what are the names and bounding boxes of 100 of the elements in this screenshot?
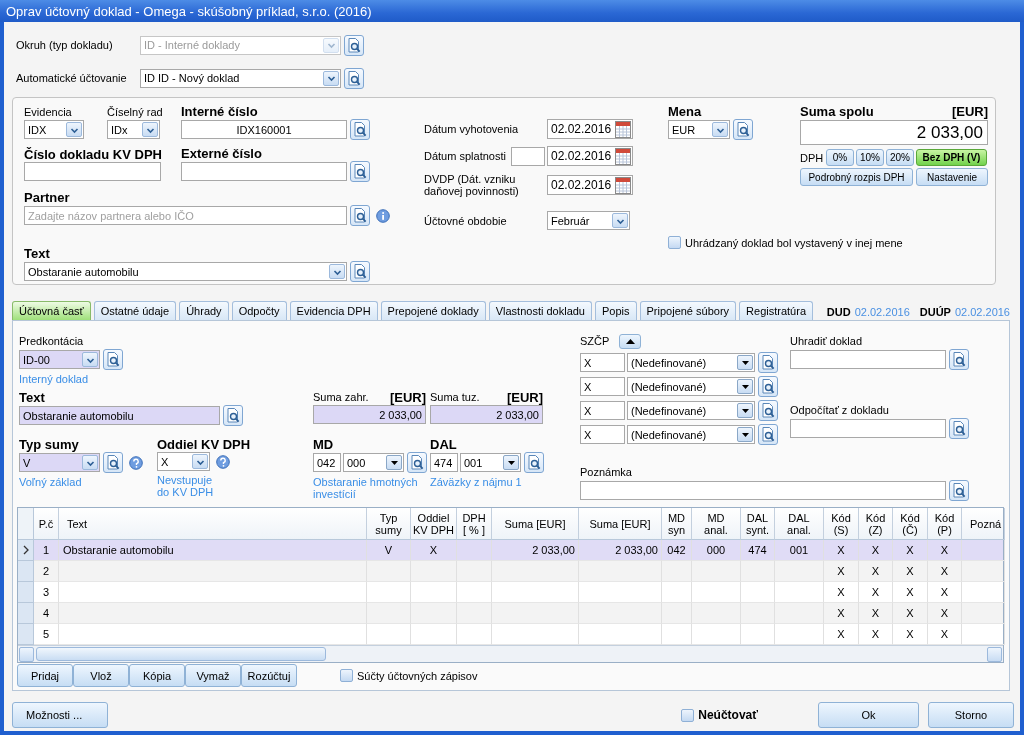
search-button[interactable] <box>758 424 778 445</box>
dropdown-field[interactable]: Február <box>547 211 630 230</box>
search-button[interactable] <box>949 349 969 370</box>
button[interactable]: Vymaž <box>185 664 241 687</box>
button[interactable]: Nastavenie <box>916 168 988 186</box>
table-cell: Obstaranie automobilu <box>63 544 174 556</box>
dropdown-field[interactable]: ID-00 <box>19 350 100 369</box>
input-field[interactable]: Obstaranie automobilu <box>19 406 220 425</box>
field-label: Predkontácia <box>19 334 84 349</box>
checkbox[interactable] <box>340 669 353 682</box>
vat-rate-button[interactable]: 10% <box>856 149 884 166</box>
dropdown-field[interactable]: (Nedefinované) <box>627 425 755 444</box>
input-field[interactable]: IDX160001 <box>181 120 347 139</box>
button[interactable]: Pridaj <box>17 664 73 687</box>
table-row[interactable]: 2 X X X X <box>18 561 1003 582</box>
input-field[interactable] <box>24 162 161 181</box>
input-field[interactable]: X <box>580 353 625 372</box>
dropdown-field[interactable]: IDx <box>107 120 160 139</box>
button[interactable]: Podrobný rozpis DPH <box>800 168 913 186</box>
date-field[interactable]: 02.02.2016 <box>547 175 633 195</box>
input-field[interactable]: 042 <box>313 453 341 472</box>
input-field[interactable]: X <box>580 401 625 420</box>
vat-rate-button[interactable]: 20% <box>886 149 914 166</box>
tab[interactable]: Odpočty <box>231 301 287 320</box>
search-button[interactable] <box>758 376 778 397</box>
date-field[interactable]: 02.02.2016 <box>547 119 633 139</box>
dropdown-field[interactable]: 001 <box>460 453 521 472</box>
dropdown-field[interactable]: 000 <box>343 453 404 472</box>
dropdown-field[interactable]: (Nedefinované) <box>627 353 755 372</box>
dropdown-field[interactable]: V <box>19 453 100 472</box>
tab[interactable]: Evidencia DPH <box>289 301 378 320</box>
cancel-button[interactable]: Storno <box>928 702 1014 728</box>
search-button[interactable] <box>350 119 370 140</box>
input-field[interactable]: 2 033,00 <box>430 405 543 424</box>
search-button[interactable] <box>524 452 544 473</box>
search-button[interactable] <box>350 161 370 182</box>
dropdown-field[interactable]: (Nedefinované) <box>627 401 755 420</box>
dropdown-field[interactable]: IDX <box>24 120 84 139</box>
tab[interactable]: Registratúra <box>739 301 813 320</box>
tab[interactable]: Prepojené doklady <box>380 301 486 320</box>
tab[interactable]: Účtovná časť <box>12 301 91 320</box>
input-field[interactable] <box>181 162 347 181</box>
up-arrow-button[interactable] <box>619 334 642 349</box>
dropdown-field[interactable]: ID ID - Nový doklad <box>140 68 341 88</box>
input-field[interactable]: Zadajte názov partnera alebo IČO <box>24 206 347 225</box>
input-field[interactable] <box>580 481 946 500</box>
date-field[interactable]: 02.02.2016 <box>547 146 633 166</box>
button[interactable]: Vlož <box>73 664 129 687</box>
tab[interactable]: Úhrady <box>179 301 229 320</box>
field-label: Dátum splatnosti <box>424 148 507 164</box>
horizontal-scrollbar[interactable] <box>18 645 1003 662</box>
tab[interactable]: Vlastnosti dokladu <box>488 301 592 320</box>
search-button[interactable] <box>223 405 243 426</box>
tab[interactable]: Popis <box>595 301 637 320</box>
description-text: Voľný základ <box>19 476 82 488</box>
search-button[interactable] <box>103 349 123 370</box>
input-field[interactable]: 474 <box>430 453 458 472</box>
checkbox[interactable] <box>681 708 695 722</box>
input-field[interactable]: X <box>580 425 625 444</box>
search-button[interactable] <box>344 34 364 56</box>
dropdown-field[interactable]: Obstaranie automobilu <box>24 262 347 281</box>
table-row[interactable]: 1 Obstaranie automobilu V X 2 033,00 2 033,00 042 000 474 001 X X X X <box>18 540 1003 561</box>
total-field[interactable]: 2 033,00 <box>800 120 988 145</box>
search-button[interactable] <box>949 480 969 501</box>
button[interactable]: Rozúčtuj <box>241 664 297 687</box>
input-field[interactable] <box>790 350 946 369</box>
search-button[interactable] <box>350 261 370 282</box>
search-button[interactable] <box>758 352 778 373</box>
input-field[interactable] <box>511 146 545 166</box>
help-icon <box>129 455 143 470</box>
dropdown-field[interactable]: X <box>157 452 210 471</box>
search-button[interactable] <box>733 119 753 140</box>
search-button[interactable] <box>344 67 364 89</box>
search-button[interactable] <box>103 452 123 473</box>
tab[interactable]: Pripojené súbory <box>639 301 737 320</box>
button[interactable]: Možnosti ... <box>12 702 108 728</box>
field-label: Evidencia <box>24 105 72 120</box>
table-cell: 2 033,00 <box>532 544 575 556</box>
search-button[interactable] <box>758 400 778 421</box>
table-row[interactable]: 4 X X X X <box>18 603 1003 624</box>
table-cell: X <box>837 607 845 619</box>
input-field[interactable] <box>790 419 946 438</box>
search-button[interactable] <box>949 418 969 439</box>
vat-rate-button[interactable]: 0% <box>826 149 854 166</box>
table-cell: X <box>837 586 845 598</box>
vat-rate-button[interactable]: Bez DPH (V) <box>916 149 987 166</box>
input-field[interactable]: X <box>580 377 625 396</box>
tab[interactable]: Ostatné údaje <box>93 301 177 320</box>
row-header[interactable] <box>18 540 34 561</box>
ok-button[interactable]: Ok <box>818 702 919 728</box>
field-label: Automatické účtovanie <box>16 70 128 86</box>
dropdown-field[interactable]: (Nedefinované) <box>627 377 755 396</box>
search-button[interactable] <box>350 205 370 226</box>
dropdown-field[interactable]: EUR <box>668 120 730 139</box>
checkbox[interactable] <box>668 236 681 249</box>
input-field[interactable]: 2 033,00 <box>313 405 426 424</box>
table-cell: X <box>940 544 949 556</box>
button[interactable]: Kópia <box>129 664 185 687</box>
search-button[interactable] <box>407 452 427 473</box>
calendar-icon <box>615 147 631 165</box>
